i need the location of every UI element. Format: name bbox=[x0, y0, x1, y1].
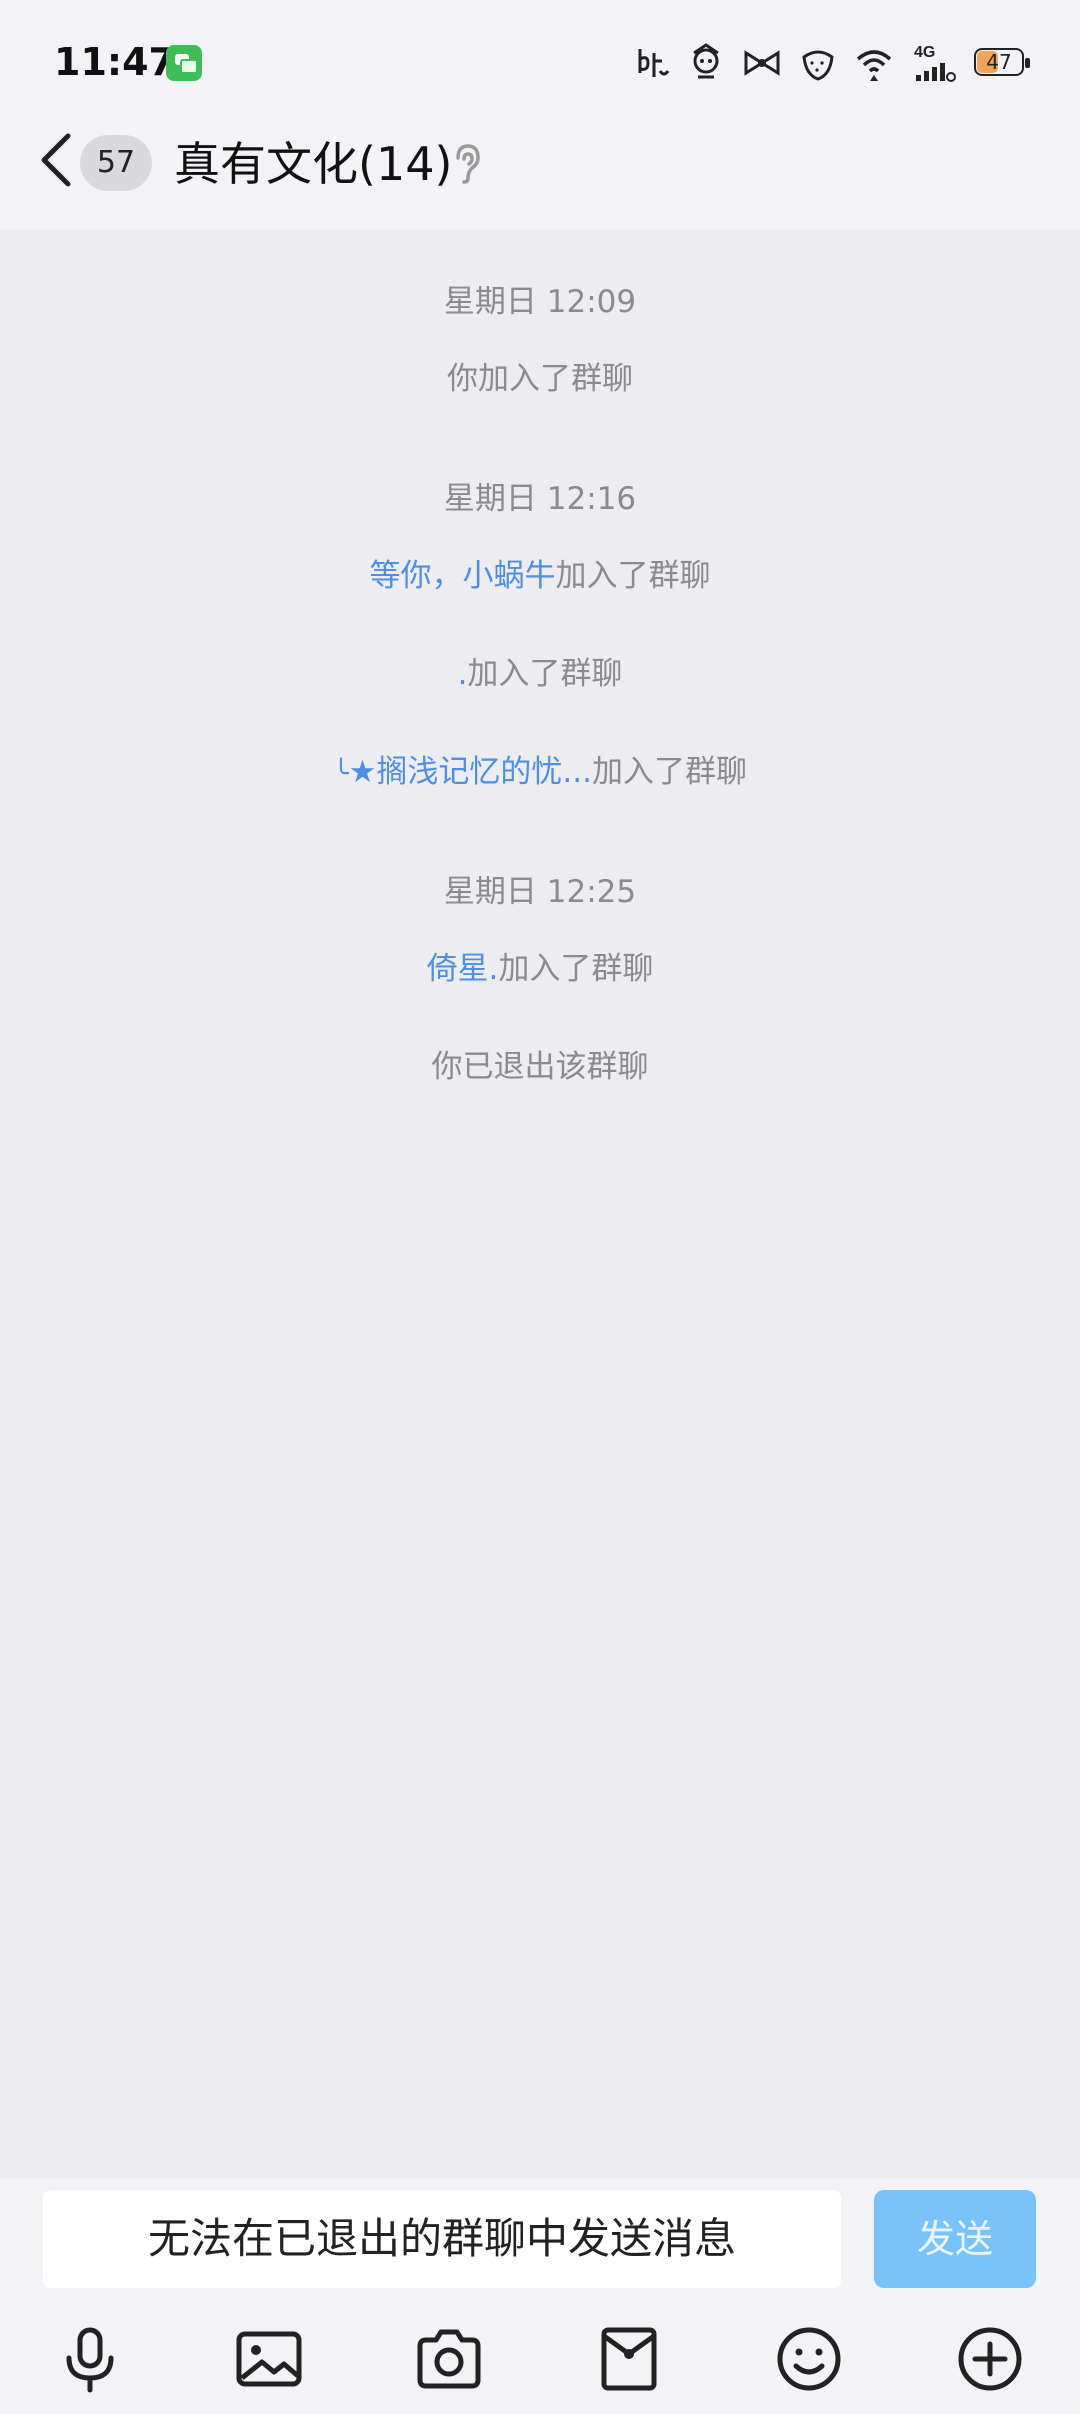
signal-icon: 4G bbox=[914, 44, 956, 82]
name-prefix-glyph: ╰ bbox=[332, 759, 349, 789]
messages-notification-icon bbox=[166, 45, 202, 81]
join-message: 倚星.加入了群聊 bbox=[0, 947, 1080, 991]
join-action-text: 加入了群聊 bbox=[592, 754, 747, 790]
sticker-icon bbox=[638, 49, 670, 77]
strawberry-icon bbox=[802, 50, 834, 81]
image-icon[interactable] bbox=[234, 2324, 304, 2394]
group-title[interactable]: 真有文化(14) bbox=[174, 134, 452, 194]
member-name-link[interactable]: 倚星. bbox=[427, 951, 499, 987]
join-message: .加入了群聊 bbox=[0, 652, 1080, 696]
microphone-icon[interactable] bbox=[55, 2324, 125, 2394]
status-time: 11:47 bbox=[54, 40, 175, 84]
member-name-link[interactable]: . bbox=[458, 656, 468, 692]
timestamp: 星期日 12:09 bbox=[443, 284, 637, 320]
ear-icon[interactable] bbox=[448, 142, 488, 186]
join-action-text: 加入了群聊 bbox=[467, 656, 623, 692]
system-message: 你已退出该群聊 bbox=[431, 1049, 649, 1085]
svg-text:4G: 4G bbox=[914, 44, 935, 61]
chat-header bbox=[0, 126, 1080, 230]
system-message: 你加入了群聊 bbox=[447, 361, 633, 397]
join-action-text: 加入了群聊 bbox=[555, 558, 711, 594]
emoji-icon[interactable] bbox=[774, 2324, 844, 2394]
join-message: ╰★搁浅记忆的忧...加入了群聊 bbox=[0, 750, 1080, 796]
timestamp: 星期日 12:16 bbox=[443, 481, 637, 517]
join-message: 等你，小蜗牛加入了群聊 bbox=[0, 554, 1080, 598]
status-icons: 4G 47 bbox=[634, 38, 1032, 88]
bow-icon bbox=[744, 50, 780, 76]
member-name-link[interactable]: 等你，小蜗牛 bbox=[370, 558, 556, 594]
camera-icon[interactable] bbox=[414, 2324, 484, 2394]
character-icon bbox=[693, 43, 719, 79]
wifi-icon bbox=[856, 50, 892, 81]
battery-indicator: 47 bbox=[974, 46, 1032, 80]
battery-level: 47 bbox=[986, 50, 1012, 74]
status-bar: 11:47 4G 47 bbox=[0, 0, 1080, 126]
send-button[interactable]: 发送 bbox=[874, 2190, 1036, 2288]
red-packet-icon[interactable] bbox=[594, 2324, 664, 2394]
unread-count-badge[interactable]: 57 bbox=[80, 135, 152, 191]
join-action-text: 加入了群聊 bbox=[498, 951, 654, 987]
plus-icon[interactable] bbox=[955, 2324, 1025, 2394]
disabled-message-input: 无法在已退出的群聊中发送消息 bbox=[43, 2190, 841, 2288]
back-arrow-icon[interactable] bbox=[36, 130, 76, 190]
member-name-link[interactable]: ★搁浅记忆的忧... bbox=[349, 754, 592, 790]
timestamp: 星期日 12:25 bbox=[443, 874, 637, 910]
chat-area[interactable]: 星期日 12:09 你加入了群聊 星期日 12:16 等你，小蜗牛加入了群聊 .… bbox=[0, 230, 1080, 2178]
